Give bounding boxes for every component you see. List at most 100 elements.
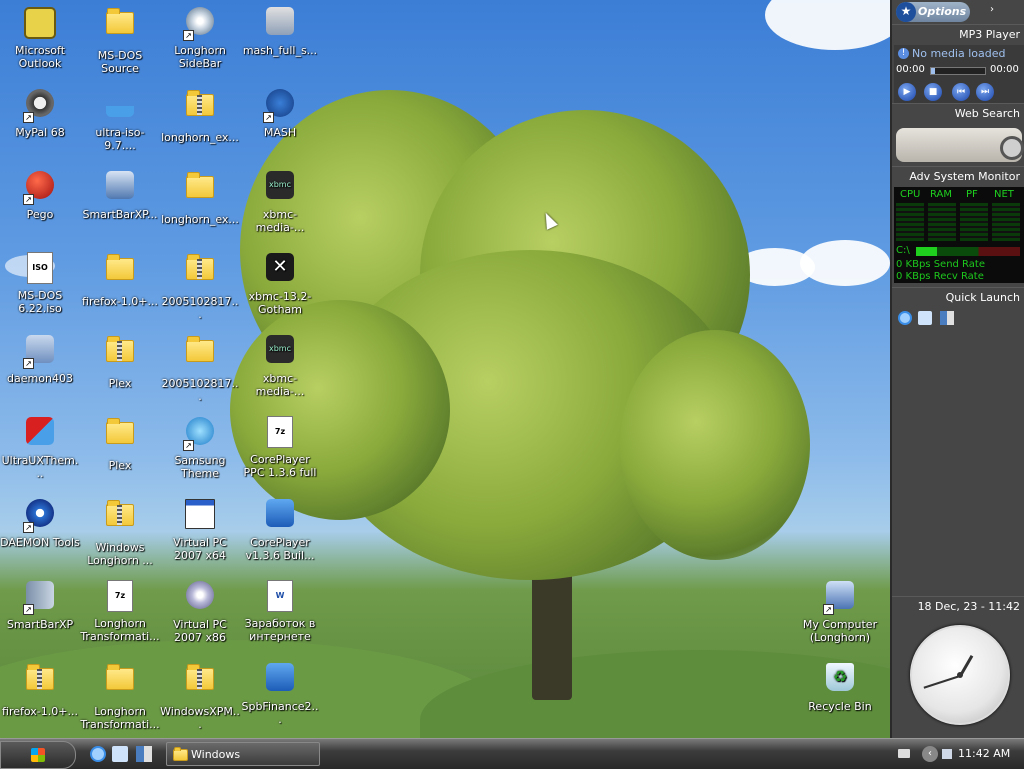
- desktop-icon-xbmc-media-1[interactable]: xbmc xbmc-media-...: [240, 168, 320, 234]
- next-button[interactable]: ⏭: [976, 83, 994, 101]
- shortcut-arrow-icon: ↗: [23, 112, 34, 123]
- folder-icon: [106, 418, 134, 444]
- web-search-header[interactable]: Web Search: [892, 103, 1024, 124]
- sidebar: ★ Options › MP3 Player ! No media loaded…: [890, 0, 1024, 738]
- xbmc-logo-icon: xbmc: [266, 171, 294, 199]
- desktop-icon-mash[interactable]: ↗ MASH: [240, 86, 320, 139]
- icon-label: xbmc-13.2-Gotham: [248, 290, 312, 316]
- keyboard-icon[interactable]: [898, 749, 910, 758]
- mp3-player-header[interactable]: MP3 Player: [892, 24, 1024, 45]
- desktop-icon-recycle-bin[interactable]: ♻ Recycle Bin: [800, 660, 880, 713]
- ie-alt-icon[interactable]: [918, 311, 932, 325]
- quick-launch-header[interactable]: Quick Launch: [892, 287, 1024, 308]
- desktop-icon-ultra-iso[interactable]: ultra-iso-9.7....: [80, 86, 160, 152]
- system-monitor-panel: CPU RAM PF NET C:\ 0 KBps Send Rate 0 KB…: [894, 187, 1024, 283]
- desktop-icon-mash-full[interactable]: mash_full_s...: [240, 4, 320, 57]
- icon-label: Заработок в интернете: [244, 617, 316, 643]
- desktop-icon-ultrauxtheme[interactable]: UltraUXThem...: [0, 414, 80, 480]
- desktop-icon-my-computer[interactable]: ↗ My Computer (Longhorn): [800, 578, 880, 644]
- desktop-icon-longhorn-ex-1[interactable]: longhorn_ex...: [160, 86, 240, 144]
- icon-label: Virtual PC 2007 x64: [173, 536, 227, 562]
- play-button[interactable]: ▶: [898, 83, 916, 101]
- cpu-meter: [896, 203, 924, 241]
- desktop-icon-daemon-tools[interactable]: ↗ DAEMON Tools: [0, 496, 80, 549]
- mp3-status: ! No media loaded: [894, 45, 1024, 63]
- clock-header[interactable]: 18 Dec, 23 - 11:42: [892, 596, 1024, 617]
- net-label: NET: [994, 189, 1014, 200]
- desktop-icon-msdos-iso[interactable]: ISO MS-DOS 6.22.iso: [0, 250, 80, 315]
- web-search-input[interactable]: [896, 128, 1024, 162]
- desktop-icon-msdos-source[interactable]: MS-DOS Source: [80, 4, 160, 75]
- system-monitor-header[interactable]: Adv System Monitor: [892, 166, 1024, 187]
- icon-label: longhorn_ex...: [161, 131, 239, 144]
- taskbar: Windows ‹ 11:42 AM: [0, 738, 1024, 769]
- shortcut-arrow-icon: ↗: [23, 604, 34, 615]
- desktop-icon-xbmc-gotham[interactable]: ✕ xbmc-13.2-Gotham: [240, 250, 320, 316]
- desktop-icon-samsung-theme[interactable]: ↗ Samsung Theme: [160, 414, 240, 480]
- mp3-status-text: No media loaded: [912, 47, 1006, 60]
- taskbar-clock[interactable]: 11:42 AM: [958, 741, 1010, 767]
- desktop-icon-plex-folder[interactable]: Plex: [80, 414, 160, 472]
- desktop-icon-longhorn-ex-2[interactable]: longhorn_ex...: [160, 168, 240, 226]
- desktop-icon-2005102817-folder[interactable]: 2005102817...: [160, 332, 240, 403]
- minute-hand: [923, 675, 961, 689]
- previous-button[interactable]: ⏮: [952, 83, 970, 101]
- desktop-icon-coreplayer-ppc[interactable]: 7z CorePlayer PPC 1.3.6 full: [240, 414, 320, 479]
- taskbar-show-desktop-icon[interactable]: [136, 746, 152, 762]
- tray-expand-icon[interactable]: ‹: [922, 746, 938, 762]
- tray-network-icon[interactable]: [942, 749, 952, 759]
- send-rate: 0 KBps Send Rate: [896, 259, 985, 270]
- desktop-icon-coreplayer-build[interactable]: CorePlayer v1.3.6 Buil...: [240, 496, 320, 562]
- installer-box-icon: [266, 499, 294, 527]
- download-icon: [106, 89, 134, 117]
- shortcut-arrow-icon: ↗: [183, 440, 194, 451]
- taskbar-window-button[interactable]: Windows: [166, 742, 320, 766]
- icon-label: My Computer (Longhorn): [802, 618, 878, 644]
- icon-label: SpbFinance2...: [241, 700, 319, 726]
- icon-label: Plex: [108, 377, 132, 390]
- options-button[interactable]: ★ Options: [896, 2, 970, 22]
- expand-chevron-icon[interactable]: ›: [990, 4, 994, 15]
- desktop-icon-virtual-pc-x64[interactable]: Virtual PC 2007 x64: [160, 496, 240, 562]
- desktop: Microsoft Outlook ↗ MyPal 68 ↗ Pego ISO …: [0, 0, 890, 738]
- desktop-icon-2005102817-zip[interactable]: 2005102817...: [160, 250, 240, 321]
- shortcut-arrow-icon: ↗: [183, 30, 194, 41]
- info-icon: !: [898, 48, 909, 59]
- desktop-icon-xbmc-media-2[interactable]: xbmc xbmc-media-...: [240, 332, 320, 398]
- desktop-icon-spbfinance[interactable]: SpbFinance2...: [240, 660, 320, 726]
- icon-label: Samsung Theme: [174, 454, 226, 480]
- icon-label: MyPal 68: [15, 126, 65, 139]
- desktop-icon-firefox-folder[interactable]: firefox-1.0+...: [80, 250, 160, 308]
- show-desktop-icon[interactable]: [940, 311, 954, 325]
- shortcut-arrow-icon: ↗: [263, 112, 274, 123]
- folder-icon: [186, 172, 214, 198]
- folder-icon: [106, 664, 134, 690]
- mp3-elapsed: 00:00: [896, 64, 925, 75]
- desktop-icon-longhorn-transformation-folder[interactable]: Longhorn Transformati...: [80, 660, 160, 731]
- mp3-seek-bar[interactable]: [930, 67, 986, 75]
- desktop-icon-plex-zip[interactable]: Plex: [80, 332, 160, 390]
- desktop-icon-windows-longhorn[interactable]: Windows Longhorn ...: [80, 496, 160, 567]
- desktop-icon-microsoft-outlook[interactable]: Microsoft Outlook: [0, 4, 80, 70]
- internet-explorer-icon[interactable]: [898, 311, 912, 325]
- start-button[interactable]: [0, 741, 76, 769]
- desktop-icon-pego[interactable]: ↗ Pego: [0, 168, 80, 221]
- desktop-icon-longhorn-sidebar[interactable]: ↗ Longhorn SideBar: [160, 4, 240, 70]
- 7z-file-icon: 7z: [267, 416, 293, 448]
- installer-icon: [106, 171, 134, 199]
- desktop-icon-daemon403[interactable]: ↗ daemon403: [0, 332, 80, 385]
- desktop-icon-firefox-zip-1[interactable]: firefox-1.0+...: [0, 660, 80, 718]
- desktop-icon-virtual-pc-x86[interactable]: Virtual PC 2007 x86: [160, 578, 240, 644]
- desktop-icon-windowsxpm[interactable]: WindowsXPM...: [160, 660, 240, 731]
- desktop-icon-smartbarxp[interactable]: ↗ SmartBarXP: [0, 578, 80, 631]
- taskbar-ie-alt-icon[interactable]: [112, 746, 128, 762]
- desktop-icon-longhorn-transformation-7z[interactable]: 7z Longhorn Transformati...: [80, 578, 160, 643]
- desktop-icon-word-document[interactable]: W Заработок в интернете: [240, 578, 320, 643]
- stop-button[interactable]: ■: [924, 83, 942, 101]
- recv-rate: 0 KBps Recv Rate: [896, 271, 984, 282]
- magnifier-icon[interactable]: [1000, 136, 1024, 160]
- desktop-icon-mypal[interactable]: ↗ MyPal 68: [0, 86, 80, 139]
- desktop-icon-smartbarxp-setup[interactable]: SmartBarXP...: [80, 168, 160, 221]
- mp3-seek-thumb[interactable]: [931, 68, 935, 74]
- taskbar-ie-icon[interactable]: [90, 746, 106, 762]
